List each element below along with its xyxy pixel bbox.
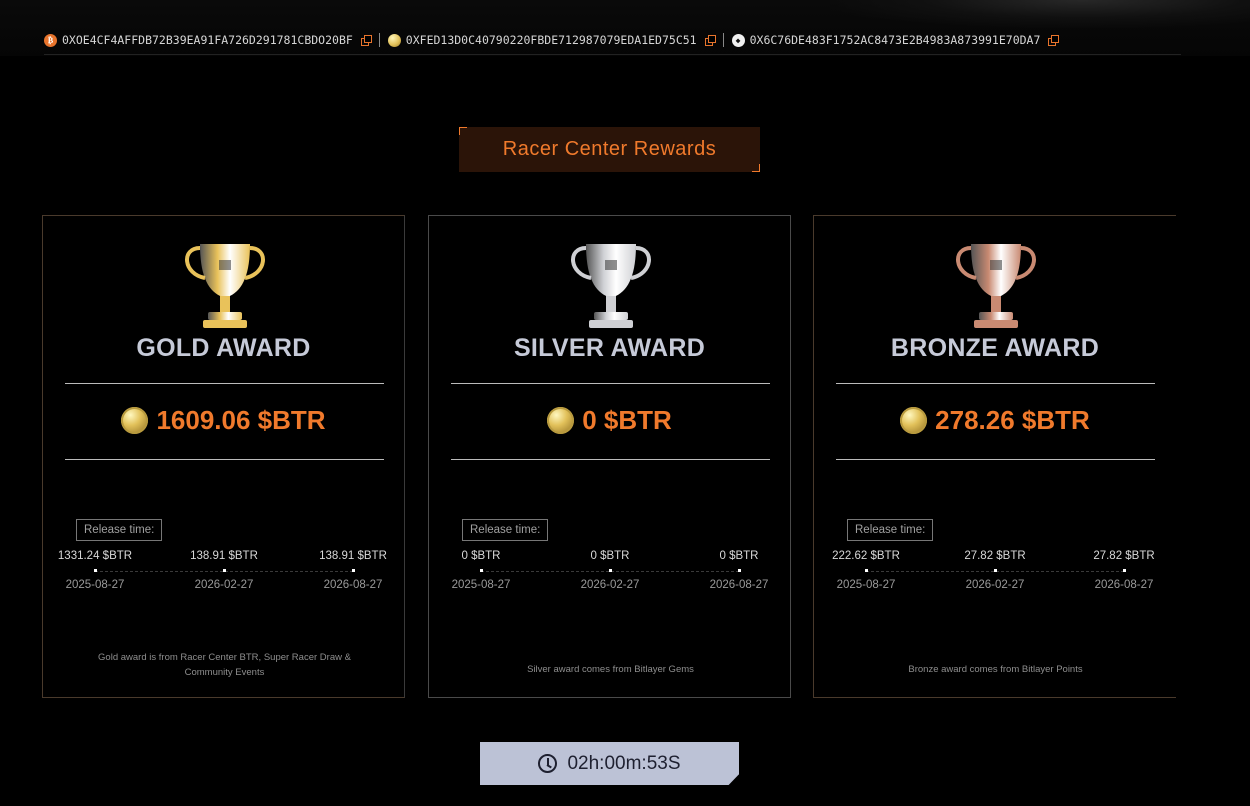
silver-award-card: SILVER AWARD 0 $BTR Release time: 0 $BTR… [428,215,791,698]
section-title: Racer Center Rewards [459,127,760,172]
timeline-dot [351,569,355,572]
divider [451,383,770,384]
copy-icon[interactable] [704,35,716,46]
divider [451,459,770,460]
header-divider [44,54,1181,55]
release-date: 2026-08-27 [709,579,769,591]
timeline-dot [93,569,97,572]
coin-icon [387,33,401,47]
ethereum-icon: ◆ [731,33,745,47]
separator [722,33,724,47]
timeline-point: 27.82 $BTR 2026-02-27 [950,550,1040,591]
address-item-2: 0XFED13D0C40790220FBDE712987079EDA1ED75C… [387,33,716,47]
award-amount: 1609.06 $BTR [156,404,326,435]
release-timeline: 0 $BTR 2025-08-27 0 $BTR 2026-02-27 0 $B… [443,550,779,591]
release-amount: 138.91 $BTR [319,550,387,562]
divider [65,459,384,460]
countdown-text: 02h:00m:53S [567,752,681,774]
release-amount: 0 $BTR [719,550,759,562]
divider [836,459,1155,460]
timeline-point: 0 $BTR 2026-08-27 [694,550,784,591]
section-title-text: Racer Center Rewards [502,138,717,160]
release-amount: 27.82 $BTR [964,550,1026,562]
release-date: 2025-08-27 [836,579,896,591]
clock-icon [538,754,558,773]
release-amount: 0 $BTR [461,550,501,562]
release-amount: 0 $BTR [590,550,630,562]
address-item-1: ₿ 0XOE4CF4AFFDB72B39EA91FA726D291781CBDO… [44,33,372,47]
release-date: 2026-08-27 [323,579,383,591]
contract-address-row: ₿ 0XOE4CF4AFFDB72B39EA91FA726D291781CBDO… [44,32,1060,48]
trophy-icon [175,238,275,334]
timeline-dot [864,569,868,572]
trophy-icon [946,238,1046,334]
copy-icon[interactable] [360,35,372,46]
banner-artwork [830,0,1250,28]
top-banner: ₿ 0XOE4CF4AFFDB72B39EA91FA726D291781CBDO… [0,0,1250,56]
timeline-point: 1331.24 $BTR 2025-08-27 [50,550,140,591]
release-amount: 1331.24 $BTR [57,550,133,562]
countdown-timer: 02h:00m:53S [480,742,739,785]
release-time-label: Release time: [462,519,549,541]
timeline-point: 0 $BTR 2026-02-27 [565,550,655,591]
corner-decoration [752,164,760,172]
timeline-dot [737,569,741,572]
release-timeline: 1331.24 $BTR 2025-08-27 138.91 $BTR 2026… [57,550,393,591]
award-source-note: Bronze award comes from Bitlayer Points [908,664,1083,675]
award-title: GOLD AWARD [136,334,311,362]
address-item-3: ◆ 0X6C76DE483F1752AC8473E2B4983A873991E7… [731,33,1060,47]
btr-coin-icon [900,406,928,434]
btr-coin-icon [547,406,575,434]
release-date: 2025-08-27 [451,579,511,591]
award-title: SILVER AWARD [513,334,706,362]
timeline-dot [608,569,612,572]
timeline-dot [993,569,997,572]
award-source-note: Silver award comes from Bitlayer Gems [527,664,694,675]
release-amount: 138.91 $BTR [190,550,258,562]
divider [65,383,384,384]
release-date: 2026-02-27 [194,579,254,591]
timeline-point: 222.62 $BTR 2025-08-27 [821,550,911,591]
award-amount: 0 $BTR [582,404,672,435]
copy-icon[interactable] [1048,35,1060,46]
timeline-dot [479,569,483,572]
release-amount: 222.62 $BTR [832,550,900,562]
release-amount: 27.82 $BTR [1093,550,1155,562]
gold-award-card: GOLD AWARD 1609.06 $BTR Release time: 13… [42,215,405,698]
bronze-award-card: BRONZE AWARD 278.26 $BTR Release time: 2… [813,215,1176,698]
timeline-point: 138.91 $BTR 2026-02-27 [179,550,269,591]
release-date: 2025-08-27 [65,579,125,591]
award-source-note: Gold award is from Racer Center BTR, Sup… [98,652,351,678]
trophy-icon [561,238,661,334]
release-date: 2026-02-27 [965,579,1025,591]
address-text: 0XFED13D0C40790220FBDE712987079EDA1ED75C… [405,33,697,47]
release-date: 2026-02-27 [580,579,640,591]
award-amount-row: 1609.06 $BTR [43,399,404,441]
timeline-dot [1122,569,1126,572]
timeline-point: 138.91 $BTR 2026-08-27 [308,550,398,591]
separator [378,33,380,47]
divider [836,383,1155,384]
award-amount-row: 0 $BTR [429,399,790,441]
corner-decoration [459,127,467,135]
bitcoin-icon: ₿ [44,33,57,47]
timeline-dot [222,569,226,572]
timeline-point: 27.82 $BTR 2026-08-27 [1079,550,1169,591]
award-amount-row: 278.26 $BTR [814,399,1176,441]
address-text: 0XOE4CF4AFFDB72B39EA91FA726D291781CBDO20… [62,33,353,47]
release-date: 2026-08-27 [1094,579,1154,591]
release-time-label: Release time: [847,519,934,541]
btr-coin-icon [121,406,149,434]
award-amount: 278.26 $BTR [935,404,1090,435]
award-title: BRONZE AWARD [890,334,1100,362]
address-text: 0X6C76DE483F1752AC8473E2B4983A873991E70D… [749,33,1041,47]
release-timeline: 222.62 $BTR 2025-08-27 27.82 $BTR 2026-0… [828,550,1164,591]
release-time-label: Release time: [76,519,163,541]
timeline-point: 0 $BTR 2025-08-27 [436,550,526,591]
